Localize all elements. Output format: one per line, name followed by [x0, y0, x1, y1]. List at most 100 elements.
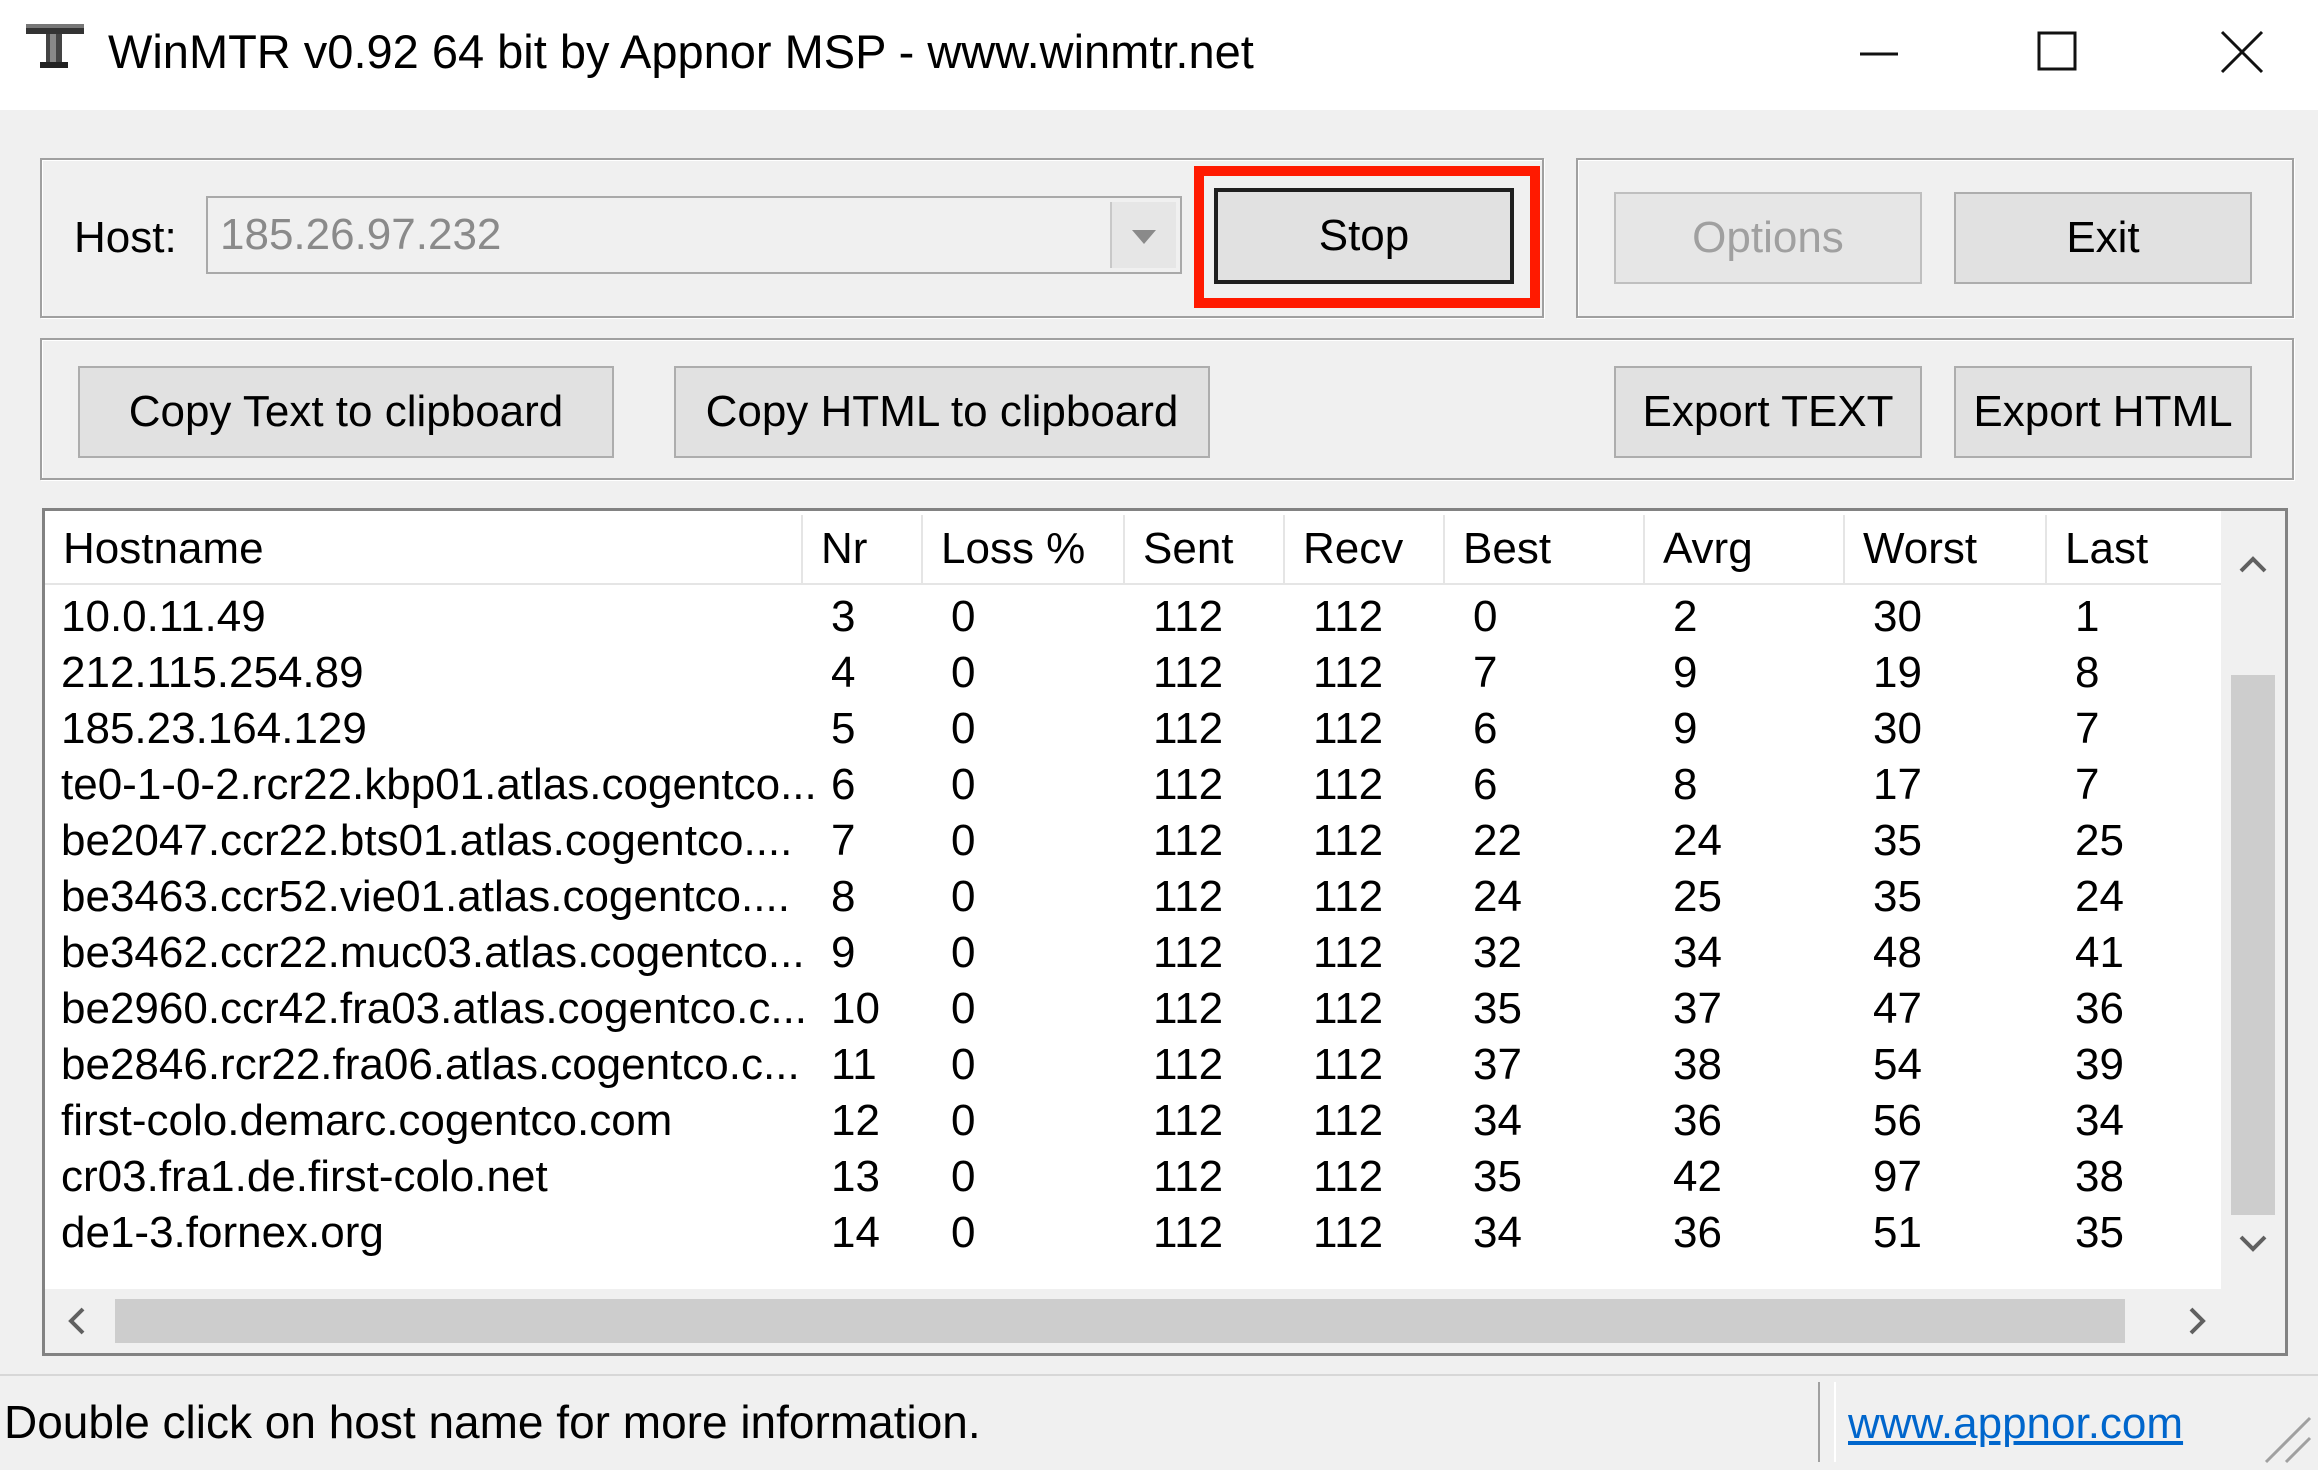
close-button[interactable]: [2180, 10, 2300, 94]
options-button[interactable]: Options: [1614, 192, 1922, 284]
column-header-sent[interactable]: Sent: [1125, 515, 1285, 583]
status-separator: [1818, 1382, 1820, 1462]
cell-nr: 7: [831, 816, 856, 865]
vertical-scrollbar[interactable]: [2221, 511, 2285, 1291]
table-row[interactable]: cr03.fra1.de.first-colo.net 13 0 112 112 35 42…: [45, 1149, 2223, 1205]
column-header-last[interactable]: Last: [2047, 515, 2223, 583]
stop-button[interactable]: Stop: [1214, 188, 1514, 284]
table-row[interactable]: first-colo.demarc.cogentco.com 12 0 112 112 3…: [45, 1093, 2223, 1149]
cell-recv: 112: [1313, 984, 1384, 1033]
cell-best: 6: [1473, 760, 1498, 809]
copy-html-button[interactable]: Copy HTML to clipboard: [674, 366, 1210, 458]
cell-sent: 112: [1153, 1040, 1224, 1089]
table-row[interactable]: 212.115.254.89 4 0 112 112 7 9 19 8: [45, 645, 2223, 701]
cell-loss: 0: [951, 1096, 976, 1145]
column-header-loss[interactable]: Loss %: [923, 515, 1125, 583]
table-row[interactable]: 10.0.11.49 3 0 112 112 0 2 30 1: [45, 589, 2223, 645]
appnor-link[interactable]: www.appnor.com: [1848, 1394, 2183, 1454]
cell-nr: 3: [831, 592, 856, 641]
cell-loss: 0: [951, 928, 976, 977]
table-row[interactable]: be2960.ccr42.fra03.atlas.cogentco.c... 10…: [45, 981, 2223, 1037]
cell-avrg: 9: [1673, 648, 1698, 697]
cell-last: 34: [2075, 1096, 2124, 1145]
scroll-right-icon[interactable]: [2165, 1289, 2229, 1353]
maximize-button[interactable]: [1998, 10, 2118, 94]
cell-loss: 0: [951, 1040, 976, 1089]
cell-best: 37: [1473, 1040, 1522, 1089]
table-row[interactable]: be2047.ccr22.bts01.atlas.cogentco.... 7 0 1…: [45, 813, 2223, 869]
cell-best: 24: [1473, 872, 1522, 921]
exit-button[interactable]: Exit: [1954, 192, 2252, 284]
cell-hostname: de1-3.fornex.org: [61, 1208, 384, 1257]
cell-avrg: 8: [1673, 760, 1698, 809]
cell-sent: 112: [1153, 816, 1224, 865]
host-value: 185.26.97.232: [220, 210, 502, 259]
table-row[interactable]: be3462.ccr22.muc03.atlas.cogentco... 9 0 11…: [45, 925, 2223, 981]
cell-last: 39: [2075, 1040, 2124, 1089]
column-header-worst[interactable]: Worst: [1845, 515, 2047, 583]
export-html-button[interactable]: Export HTML: [1954, 366, 2252, 458]
cell-sent: 112: [1153, 704, 1224, 753]
cell-worst: 56: [1873, 1096, 1922, 1145]
cell-loss: 0: [951, 648, 976, 697]
horizontal-scroll-thumb[interactable]: [115, 1299, 2125, 1343]
minimize-button[interactable]: [1818, 10, 1938, 94]
export-text-button[interactable]: Export TEXT: [1614, 366, 1922, 458]
column-header-nr[interactable]: Nr: [803, 515, 923, 583]
cell-recv: 112: [1313, 704, 1384, 753]
table-row[interactable]: 185.23.164.129 5 0 112 112 6 9 30 7: [45, 701, 2223, 757]
close-icon: [2220, 30, 2264, 74]
column-header-recv[interactable]: Recv: [1285, 515, 1445, 583]
cell-loss: 0: [951, 592, 976, 641]
cell-recv: 112: [1313, 1040, 1384, 1089]
host-dropdown-button[interactable]: [1110, 202, 1176, 268]
cell-sent: 112: [1153, 1096, 1224, 1145]
cell-last: 7: [2075, 760, 2100, 809]
cell-best: 35: [1473, 984, 1522, 1033]
cell-loss: 0: [951, 1152, 976, 1201]
cell-sent: 112: [1153, 984, 1224, 1033]
cell-recv: 112: [1313, 1096, 1384, 1145]
cell-hostname: be2047.ccr22.bts01.atlas.cogentco....: [61, 816, 793, 865]
scroll-down-icon[interactable]: [2221, 1211, 2285, 1275]
vertical-scroll-thumb[interactable]: [2231, 675, 2275, 1215]
cell-nr: 10: [831, 984, 880, 1033]
cell-hostname: 10.0.11.49: [61, 592, 266, 641]
scroll-up-icon[interactable]: [2221, 533, 2285, 597]
resize-grip-icon[interactable]: [2252, 1404, 2312, 1464]
cell-last: 35: [2075, 1208, 2124, 1257]
table-row[interactable]: te0-1-0-2.rcr22.kbp01.atlas.cogentco... 6…: [45, 757, 2223, 813]
cell-avrg: 24: [1673, 816, 1722, 865]
cell-sent: 112: [1153, 928, 1224, 977]
column-header-avrg[interactable]: Avrg: [1645, 515, 1845, 583]
cell-avrg: 2: [1673, 592, 1698, 641]
cell-nr: 6: [831, 760, 856, 809]
copy-text-button[interactable]: Copy Text to clipboard: [78, 366, 614, 458]
cell-sent: 112: [1153, 760, 1224, 809]
column-header-hostname[interactable]: Hostname: [45, 515, 803, 583]
cell-nr: 9: [831, 928, 856, 977]
host-input[interactable]: 185.26.97.232: [206, 196, 1182, 274]
cell-best: 34: [1473, 1208, 1522, 1257]
cell-avrg: 25: [1673, 872, 1722, 921]
scroll-left-icon[interactable]: [45, 1289, 109, 1353]
cell-sent: 112: [1153, 872, 1224, 921]
status-text: Double click on host name for more infor…: [4, 1396, 981, 1448]
cell-last: 8: [2075, 648, 2100, 697]
cell-worst: 17: [1873, 760, 1922, 809]
table-row[interactable]: de1-3.fornex.org 14 0 112 112 34 36 51 35: [45, 1205, 2223, 1261]
status-bar: Double click on host name for more infor…: [0, 1374, 2318, 1470]
title-bar[interactable]: WinMTR v0.92 64 bit by Appnor MSP - www.…: [0, 0, 2318, 110]
column-header-best[interactable]: Best: [1445, 515, 1645, 583]
cell-best: 6: [1473, 704, 1498, 753]
cell-sent: 112: [1153, 648, 1224, 697]
table-row[interactable]: be2846.rcr22.fra06.atlas.cogentco.c... 11…: [45, 1037, 2223, 1093]
results-table[interactable]: Hostname Nr Loss % Sent Recv Best Avrg Worst Las…: [42, 508, 2288, 1356]
cell-best: 34: [1473, 1096, 1522, 1145]
cell-sent: 112: [1153, 1152, 1224, 1201]
cell-recv: 112: [1313, 1152, 1384, 1201]
cell-recv: 112: [1313, 816, 1384, 865]
horizontal-scrollbar[interactable]: [45, 1289, 2223, 1353]
table-row[interactable]: be3463.ccr52.vie01.atlas.cogentco.... 8 0 1…: [45, 869, 2223, 925]
cell-nr: 13: [831, 1152, 880, 1201]
